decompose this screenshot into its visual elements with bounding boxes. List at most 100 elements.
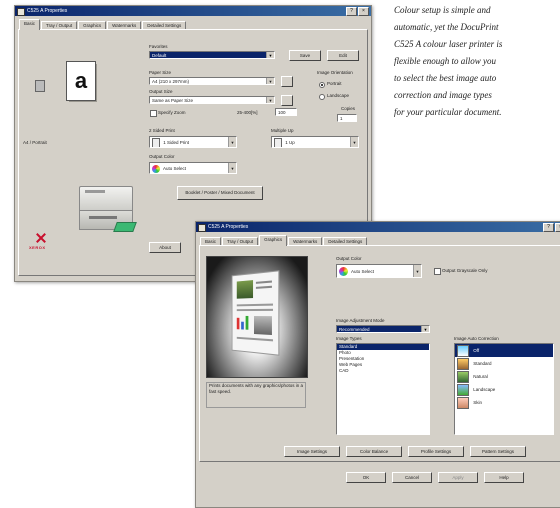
printer-image	[75, 182, 137, 234]
output-size-label: Output Size	[149, 89, 173, 94]
auto-natural-icon	[457, 370, 469, 383]
zoom-label: Specify Zoom	[158, 110, 186, 115]
copies-value: 1	[340, 116, 343, 121]
profile-settings-button[interactable]: Profile Settings	[408, 446, 464, 457]
chevron-down-icon: ▼	[266, 52, 274, 58]
window-titlebar[interactable]: C525 A Properties ? ×	[15, 6, 371, 16]
auto-standard-icon	[457, 357, 469, 370]
image-settings-button[interactable]: Image Settings	[284, 446, 340, 457]
paper-size-icon-button[interactable]	[281, 76, 293, 87]
preview-caption: A4 / Portrait	[23, 140, 47, 145]
chevron-down-icon: ▼	[228, 137, 236, 147]
window-title: C525 A Properties	[27, 8, 68, 14]
pattern-settings-button[interactable]: Pattern Settings	[470, 446, 526, 457]
preview-corner-icon	[35, 80, 45, 92]
output-color-label: Output Color	[336, 256, 362, 261]
caption-line: Colour setup is simple and	[394, 5, 491, 15]
caption-line: C525 A colour laser printer is	[394, 39, 503, 49]
edit-button[interactable]: Edit	[327, 50, 359, 61]
preview-page	[231, 270, 280, 356]
favorites-select[interactable]: Default ▼	[149, 51, 275, 59]
window-controls: ? ×	[543, 223, 560, 232]
chevron-down-icon: ▼	[350, 137, 358, 147]
close-icon[interactable]: ×	[358, 7, 369, 16]
help-button[interactable]: Help	[484, 472, 524, 483]
list-item-label: Standard	[473, 361, 492, 366]
help-icon[interactable]: ?	[543, 223, 554, 232]
auto-correction-list[interactable]: Off Standard Natural Landscape Skin	[454, 343, 554, 435]
help-icon[interactable]: ?	[346, 7, 357, 16]
close-icon[interactable]: ×	[555, 223, 560, 232]
portrait-radio[interactable]	[319, 82, 325, 88]
cancel-button[interactable]: Cancel	[392, 472, 432, 483]
copies-input[interactable]: 1	[337, 114, 357, 122]
about-button[interactable]: About	[149, 242, 181, 253]
tab-basic[interactable]: Basic	[19, 19, 41, 30]
preview-note-box: Prints documents with any graphics/photo…	[206, 382, 306, 408]
duplex-label: 2 Sided Print	[149, 128, 175, 133]
zoom-input[interactable]: 100	[275, 108, 297, 116]
output-color-value: Auto Select	[351, 269, 375, 274]
multiup-label: Multiple Up	[271, 128, 294, 133]
paper-size-value: A4 (210 x 297mm)	[152, 79, 190, 84]
printer-icon	[198, 224, 206, 232]
apply-button[interactable]: Apply	[438, 472, 478, 483]
color-wheel-icon	[339, 267, 348, 277]
booklet-label: Booklet / Poster / Mixed Document	[185, 190, 255, 195]
copies-label: Copies	[341, 106, 356, 111]
logo-text: XEROX	[29, 245, 46, 250]
list-item[interactable]: Off	[455, 344, 553, 357]
list-item[interactable]: CAD	[337, 368, 429, 374]
color-wheel-icon	[152, 164, 160, 173]
image-adjust-value: Recommended	[339, 327, 370, 332]
portrait-label: Portrait	[327, 81, 342, 86]
image-types-label: Image Types	[336, 336, 362, 341]
page-preview-area: a A4 / Portrait	[23, 56, 143, 146]
document-preview	[206, 256, 308, 378]
multiup-icon	[274, 137, 282, 147]
output-color-select[interactable]: Auto Select ▼	[336, 264, 422, 278]
chevron-down-icon: ▼	[228, 163, 236, 173]
ok-button[interactable]: OK	[346, 472, 386, 483]
zoom-range: 25-400[%]	[237, 110, 258, 115]
grayscale-checkbox[interactable]	[434, 268, 441, 275]
image-types-list[interactable]: Standard Photo Presentation Web Pages CA…	[336, 343, 430, 435]
list-item-label: Off	[473, 348, 480, 353]
paper-size-select[interactable]: A4 (210 x 297mm) ▼	[149, 77, 275, 85]
save-button[interactable]: Save	[289, 50, 321, 61]
preview-note: Prints documents with any graphics/photo…	[209, 383, 304, 394]
duplex-icon	[152, 137, 160, 147]
list-item-label: Skin	[473, 400, 483, 405]
landscape-radio[interactable]	[319, 94, 325, 100]
chevron-down-icon: ▼	[413, 265, 421, 277]
zoom-checkbox[interactable]	[150, 110, 157, 117]
duplex-select[interactable]: 1 Sided Print ▼	[149, 136, 237, 148]
window-controls: ? ×	[346, 7, 369, 16]
caption-line: automatic, yet the DocuPrint	[394, 22, 499, 32]
output-size-value: Same as Paper Size	[152, 98, 194, 103]
multiup-value: 1 Up	[285, 140, 295, 145]
landscape-label: Landscape	[327, 93, 350, 98]
list-item[interactable]: Skin	[455, 396, 553, 409]
multiup-select[interactable]: 1 Up ▼	[271, 136, 359, 148]
chevron-down-icon: ▼	[266, 78, 274, 84]
duplex-value: 1 Sided Print	[163, 140, 190, 145]
auto-landscape-icon	[457, 383, 469, 396]
list-item[interactable]: Natural	[455, 370, 553, 383]
output-color-select[interactable]: Auto Select ▼	[149, 162, 237, 174]
caption-line: for your particular document.	[394, 107, 502, 117]
image-adjust-label: Image Adjustment Mode	[336, 318, 385, 323]
list-item[interactable]: Landscape	[455, 383, 553, 396]
window-titlebar[interactable]: C525 A Properties ? ×	[196, 222, 560, 232]
preview-letter: a	[74, 68, 88, 93]
booklet-poster-button[interactable]: Booklet / Poster / Mixed Document	[177, 186, 263, 200]
tab-graphics[interactable]: Graphics	[259, 235, 288, 246]
caption-text: Colour setup is simple and automatic, ye…	[394, 2, 502, 121]
output-size-select[interactable]: Same as Paper Size ▼	[149, 96, 275, 104]
list-item[interactable]: Standard	[455, 357, 553, 370]
image-adjust-select[interactable]: Recommended ▼	[336, 325, 430, 333]
xerox-logo: XEROX	[29, 232, 59, 252]
output-size-icon-button[interactable]	[281, 95, 293, 106]
orientation-label: Image Orientation	[317, 70, 353, 75]
color-balance-button[interactable]: Color Balance	[346, 446, 402, 457]
